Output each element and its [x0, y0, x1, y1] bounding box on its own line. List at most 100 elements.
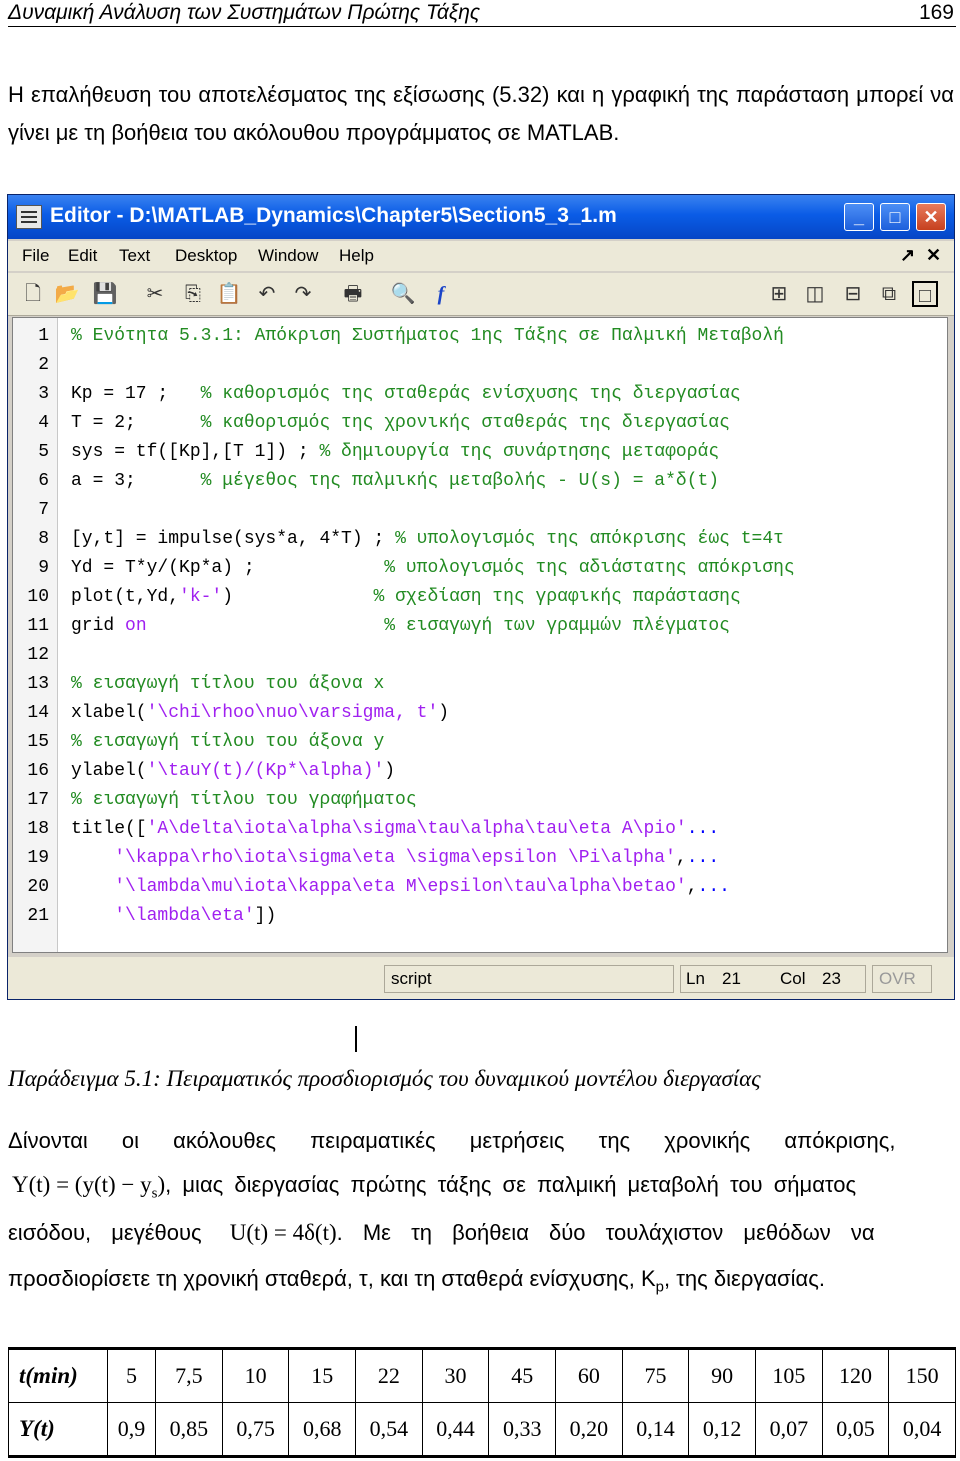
code-line[interactable]: 6 a = 3; % μέγεθος της παλμικής μεταβολής… — [13, 467, 947, 496]
table-cell-time: 7,5 — [155, 1347, 223, 1403]
menu-text[interactable]: Text — [119, 246, 150, 266]
example-line-4-a: προσδιορίσετε τη χρονική σταθερά, τ, και… — [8, 1266, 656, 1291]
code-token: , — [686, 877, 698, 897]
code-token: ]) — [254, 906, 277, 926]
code-line[interactable]: 15 % εισαγωγή τίτλου του άξονα y — [13, 728, 947, 757]
code-token: xlabel( — [71, 703, 147, 723]
code-line[interactable]: 19 '\kappa\rho\iota\sigma\eta \sigma\eps… — [13, 844, 947, 873]
code-comment: % καθορισμός της σταθεράς ενίσχυσης της … — [200, 384, 741, 404]
code-line[interactable]: 21 '\lambda\eta']) — [13, 902, 947, 931]
code-line[interactable]: 9 Yd = T*y/(Kp*a) ; % υπολογισμός της αδι… — [13, 554, 947, 583]
code-line[interactable]: 20 '\lambda\mu\iota\kappa\eta M\epsilon\… — [13, 873, 947, 902]
table-cell-response: 0,20 — [555, 1402, 623, 1458]
code-comment: % μέγεθος της παλμικής μεταβολής - U(s) … — [200, 471, 720, 491]
minimize-button[interactable]: _ — [844, 203, 874, 231]
menu-window[interactable]: Window — [258, 246, 318, 266]
code-comment: % εισαγωγή των γραμμών πλέγματος — [384, 616, 730, 636]
equation-Y-close: ) — [157, 1172, 166, 1197]
redo-icon[interactable]: ↷ — [290, 281, 316, 307]
code-line[interactable]: 17 % εισαγωγή τίτλου του γραφήματος — [13, 786, 947, 815]
new-file-icon[interactable]: 🗋 — [20, 281, 46, 307]
line-number: 1 — [38, 326, 49, 346]
example-line-1: Δίνονται οι ακόλουθες πειραματικές μετρή… — [8, 1128, 954, 1154]
menu-help[interactable]: Help — [339, 246, 374, 266]
code-token: plot(t,Yd, — [71, 587, 180, 607]
example-line-4-b: , της διεργασίας. — [664, 1266, 825, 1291]
code-string: 'k-' — [179, 587, 223, 607]
close-button[interactable]: ✕ — [916, 203, 946, 231]
undock-icon[interactable]: ↗ — [900, 245, 915, 266]
chapter-title: Δυναμική Ανάλυση των Συστημάτων Πρώτης Τ… — [8, 1, 481, 24]
code-line[interactable]: 12 — [13, 641, 947, 670]
code-line[interactable]: 4 T = 2; % καθορισμός της χρονικής σταθερ… — [13, 409, 947, 438]
maximize-button[interactable]: □ — [880, 203, 910, 231]
code-string: 'A\delta\iota\alpha\sigma\tau\alpha\tau\… — [146, 819, 687, 839]
split-vertical-icon[interactable]: ◫ — [802, 281, 828, 307]
code-comment: % εισαγωγή τίτλου του άξονα y — [71, 732, 385, 752]
code-editor[interactable]: 1 % Ενότητα 5.3.1: Απόκριση Συστήματος 1η… — [12, 317, 948, 1052]
save-icon[interactable]: 💾 — [92, 281, 118, 307]
code-string: '\lambda\eta' — [114, 906, 255, 926]
function-icon[interactable]: f — [428, 281, 454, 307]
open-folder-icon[interactable]: 📂 — [54, 281, 80, 307]
close-doc-icon[interactable]: ✕ — [926, 245, 941, 266]
menu-desktop[interactable]: Desktop — [175, 246, 237, 266]
status-mode: script — [384, 965, 674, 993]
code-text: Yd = T*y/(Kp*a) ; % υπολογισμός της αδιά… — [71, 554, 795, 583]
example-line-3-b: . Με τη βοήθεια δύο τουλάχιστον μεθόδων … — [336, 1220, 875, 1245]
code-comment: % καθορισμός της χρονικής σταθεράς της δ… — [200, 413, 730, 433]
code-token: sys = tf([Kp],[T 1]) ; — [71, 442, 320, 462]
editor-app-icon — [16, 205, 42, 229]
example-line-3-a: εισόδου, μεγέθους — [8, 1220, 202, 1245]
code-line[interactable]: 11 grid on % εισαγωγή των γραμμών πλέγματ… — [13, 612, 947, 641]
example-line-4-subscript: p — [655, 1278, 665, 1296]
menu-bar: File Edit Text Desktop Window Help ↗ ✕ — [8, 241, 954, 271]
code-line[interactable]: 1 % Ενότητα 5.3.1: Απόκριση Συστήματος 1η… — [13, 322, 947, 351]
table-cell-time: 60 — [555, 1347, 623, 1403]
editor-title: Editor - D:\MATLAB_Dynamics\Chapter5\Sec… — [50, 204, 617, 227]
code-token: grid — [71, 616, 126, 636]
code-line[interactable]: 10 plot(t,Yd,'k-') % σχεδίαση της γραφική… — [13, 583, 947, 612]
code-string: '\lambda\mu\iota\kappa\eta M\epsilon\tau… — [114, 877, 687, 897]
menu-file[interactable]: File — [22, 246, 49, 266]
cut-icon[interactable]: ✂ — [142, 281, 168, 307]
table-cell-time: 120 — [821, 1347, 890, 1403]
code-text: '\kappa\rho\iota\sigma\eta \sigma\epsilo… — [71, 844, 719, 873]
example-line-3: εισόδου, μεγέθους U(t) = 4δ(t). Με τη βο… — [8, 1220, 954, 1246]
table-cell-time: 75 — [621, 1347, 690, 1403]
menu-edit[interactable]: Edit — [68, 246, 97, 266]
code-line[interactable]: 3 Kp = 17 ; % καθορισμός της σταθεράς ενί… — [13, 380, 947, 409]
table-cell-response: 0,33 — [488, 1402, 557, 1458]
example-title: Παράδειγμα 5.1: Πειραματικός προσδιορισμ… — [8, 1066, 761, 1091]
copy-icon[interactable]: ⎘ — [180, 281, 206, 307]
tile-icon[interactable]: ⊞ — [766, 281, 792, 307]
code-line[interactable]: 8 [y,t] = impulse(sys*a, 4*T) ; % υπολογι… — [13, 525, 947, 554]
code-text: % Ενότητα 5.3.1: Απόκριση Συστήματος 1ης… — [71, 322, 784, 351]
paste-icon[interactable]: 📋 — [216, 281, 242, 307]
code-line[interactable]: 16 ylabel('\tauY(t)/(Kp*\alpha)') — [13, 757, 947, 786]
toolbar: 🗋 📂 💾 ✂ ⎘ 📋 ↶ ↷ 🖶 🔍 f ⊞ ◫ ⊟ ⧉ □ — [8, 273, 954, 316]
table-cell-response: 0,14 — [621, 1402, 690, 1458]
code-string: on — [125, 616, 147, 636]
code-text: ylabel('\tauY(t)/(Kp*\alpha)') — [71, 757, 395, 786]
code-line[interactable]: 14 xlabel('\chi\rhoo\nuo\varsigma, t') — [13, 699, 947, 728]
code-line[interactable]: 18 title(['A\delta\iota\alpha\sigma\tau\a… — [13, 815, 947, 844]
code-line[interactable]: 13 % εισαγωγή τίτλου του άξονα x — [13, 670, 947, 699]
float-icon[interactable]: ⧉ — [876, 281, 902, 307]
code-line[interactable]: 5 sys = tf([Kp],[T 1]) ; % δημιουργία της… — [13, 438, 947, 467]
line-number: 15 — [27, 732, 49, 752]
code-string: '\kappa\rho\iota\sigma\eta \sigma\epsilo… — [114, 848, 676, 868]
table-cell-response: 0,75 — [221, 1402, 290, 1458]
code-line[interactable]: 7 — [13, 496, 947, 525]
find-icon[interactable]: 🔍 — [390, 281, 416, 307]
code-line[interactable]: 2 — [13, 351, 947, 380]
status-ln-label: Ln — [686, 969, 705, 988]
split-horizontal-icon[interactable]: ⊟ — [840, 281, 866, 307]
print-icon[interactable]: 🖶 — [340, 281, 366, 307]
editor-titlebar[interactable]: Editor - D:\MATLAB_Dynamics\Chapter5\Sec… — [8, 195, 954, 239]
maximize-doc-icon[interactable]: □ — [912, 281, 938, 307]
undo-icon[interactable]: ↶ — [254, 281, 280, 307]
status-bar: script Ln 21 Col 23 OVR — [8, 957, 954, 999]
